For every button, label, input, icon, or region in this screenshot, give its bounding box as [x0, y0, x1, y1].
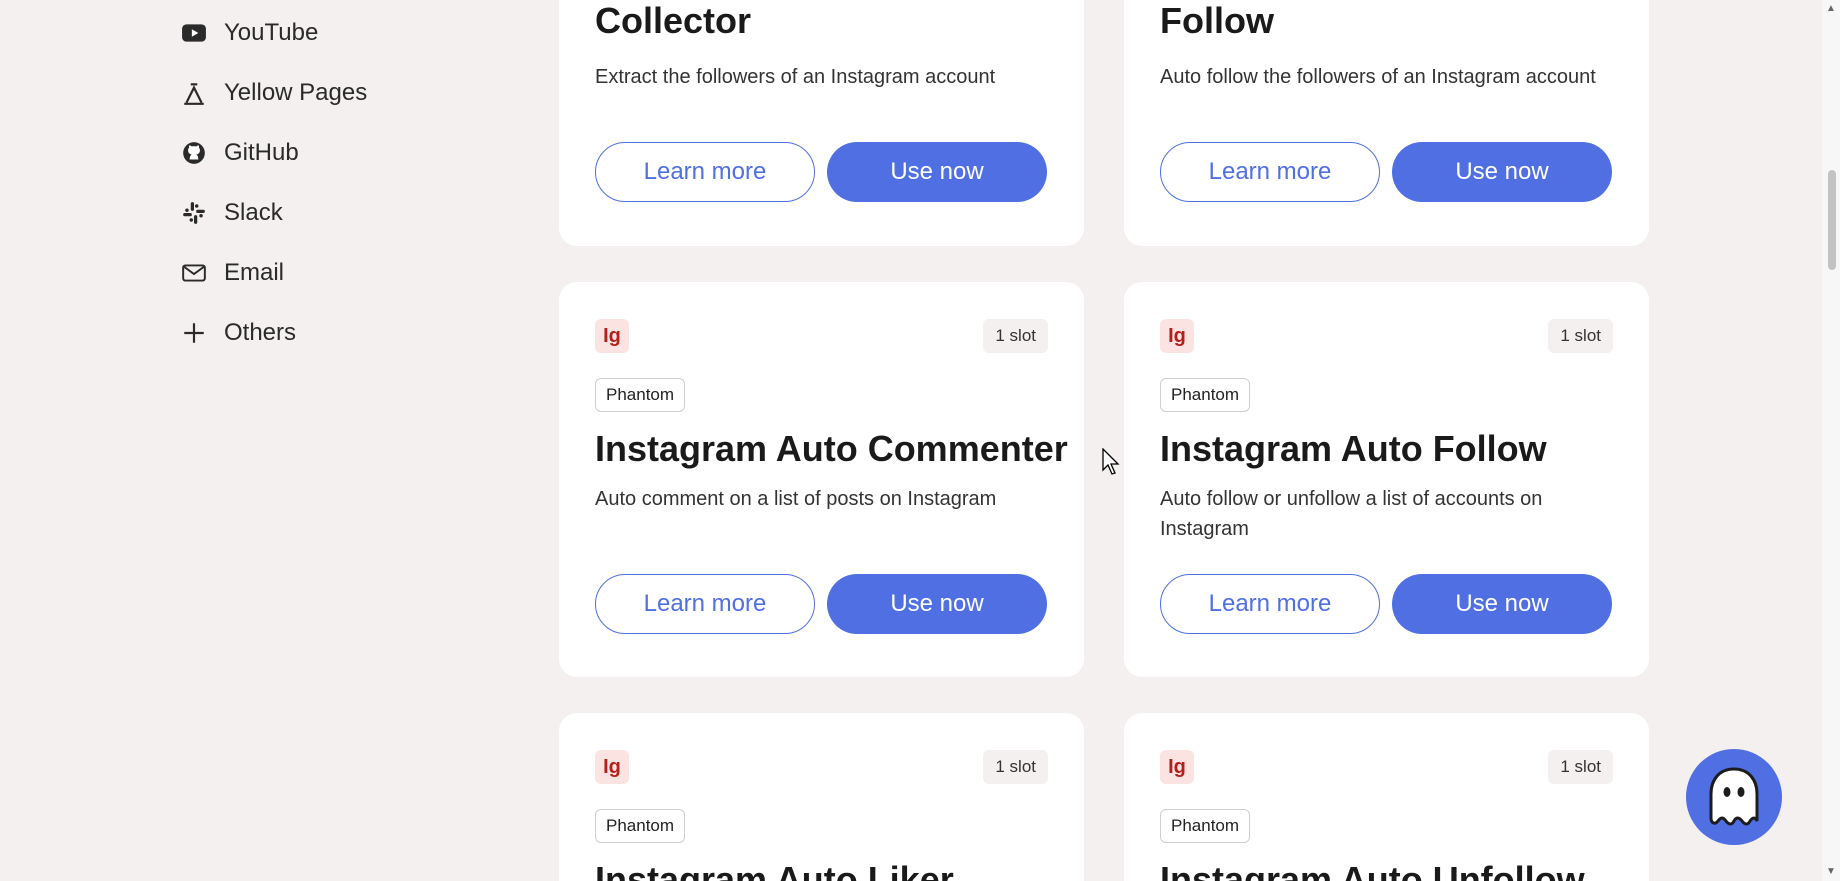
use-now-button[interactable]: Use now	[827, 142, 1047, 202]
scroll-up-arrow-icon[interactable]: ▲	[1826, 4, 1836, 14]
use-now-button[interactable]: Use now	[827, 574, 1047, 634]
support-chat-button[interactable]	[1686, 749, 1782, 845]
sidebar-item-others[interactable]: Others	[180, 303, 480, 363]
instagram-badge: Ig	[595, 750, 629, 784]
sidebar-item-email[interactable]: Email	[180, 243, 480, 303]
phantom-card: Ig 1 slot Phantom Instagram Auto Comment…	[559, 282, 1084, 677]
card-description: Auto comment on a list of posts on Insta…	[595, 488, 997, 510]
learn-more-button[interactable]: Learn more	[1160, 142, 1380, 202]
github-icon	[180, 139, 208, 167]
sidebar-item-github[interactable]: GitHub	[180, 123, 480, 183]
card-description: Auto follow or unfollow a list of accoun…	[1160, 488, 1543, 540]
card-title: Instagram Auto Follow	[1160, 428, 1547, 469]
learn-more-button[interactable]: Learn more	[1160, 574, 1380, 634]
phantom-tag: Phantom	[1160, 378, 1251, 412]
slack-icon	[180, 199, 208, 227]
phantom-tag: Phantom	[1160, 809, 1251, 843]
card-title: Instagram Auto Liker	[595, 859, 954, 881]
plus-icon	[180, 319, 208, 347]
instagram-badge: Ig	[1160, 319, 1194, 353]
phantom-card: Ig 1 slot Phantom Instagram Auto Unfollo…	[1124, 713, 1649, 881]
email-icon	[180, 259, 208, 287]
instagram-badge: Ig	[1160, 750, 1194, 784]
use-now-button[interactable]: Use now	[1392, 574, 1612, 634]
card-description: Auto follow the followers of an Instagra…	[1160, 66, 1596, 88]
sidebar-item-label: YouTube	[224, 19, 319, 46]
slot-badge: 1 slot	[983, 319, 1048, 353]
sidebar-item-yellow-pages[interactable]: Yellow Pages	[180, 63, 480, 123]
card-title: Follow	[1160, 0, 1274, 41]
ghost-icon	[1709, 767, 1759, 826]
scroll-down-arrow-icon[interactable]: ▼	[1826, 867, 1836, 877]
phantom-card: Collector Extract the followers of an In…	[559, 0, 1084, 246]
youtube-icon	[180, 19, 208, 47]
phantom-card: Ig 1 slot Phantom Instagram Auto Follow …	[1124, 282, 1649, 677]
sidebar-item-label: Slack	[224, 199, 283, 226]
sidebar-item-slack[interactable]: Slack	[180, 183, 480, 243]
phantom-tag: Phantom	[595, 809, 686, 843]
phantom-card: Ig 1 slot Phantom Instagram Auto Liker	[559, 713, 1084, 881]
sidebar-item-youtube[interactable]: YouTube	[180, 3, 480, 63]
use-now-button[interactable]: Use now	[1392, 142, 1612, 202]
learn-more-button[interactable]: Learn more	[595, 142, 815, 202]
vertical-scrollbar[interactable]: ▲ ▼	[1822, 0, 1840, 881]
sidebar-item-label: Others	[224, 319, 297, 346]
card-description: Extract the followers of an Instagram ac…	[595, 66, 996, 88]
slot-badge: 1 slot	[1548, 750, 1613, 784]
card-title: Collector	[595, 0, 752, 41]
learn-more-button[interactable]: Learn more	[595, 574, 815, 634]
instagram-badge: Ig	[595, 319, 629, 353]
mouse-cursor-icon	[1102, 448, 1120, 475]
card-title: Instagram Auto Unfollow	[1160, 859, 1585, 881]
sidebar-item-label: Email	[224, 259, 285, 286]
phantom-card: Follow Auto follow the followers of an I…	[1124, 0, 1649, 246]
yellow-pages-icon	[180, 79, 208, 107]
phantom-tag: Phantom	[595, 378, 686, 412]
slot-badge: 1 slot	[983, 750, 1048, 784]
scrollbar-thumb[interactable]	[1828, 170, 1836, 270]
sidebar-item-label: Yellow Pages	[224, 79, 368, 106]
slot-badge: 1 slot	[1548, 319, 1613, 353]
card-title: Instagram Auto Commenter	[595, 428, 1068, 469]
sidebar: YouTube Yellow Pages GitHub Slack Email …	[180, 3, 480, 363]
sidebar-item-label: GitHub	[224, 139, 299, 166]
